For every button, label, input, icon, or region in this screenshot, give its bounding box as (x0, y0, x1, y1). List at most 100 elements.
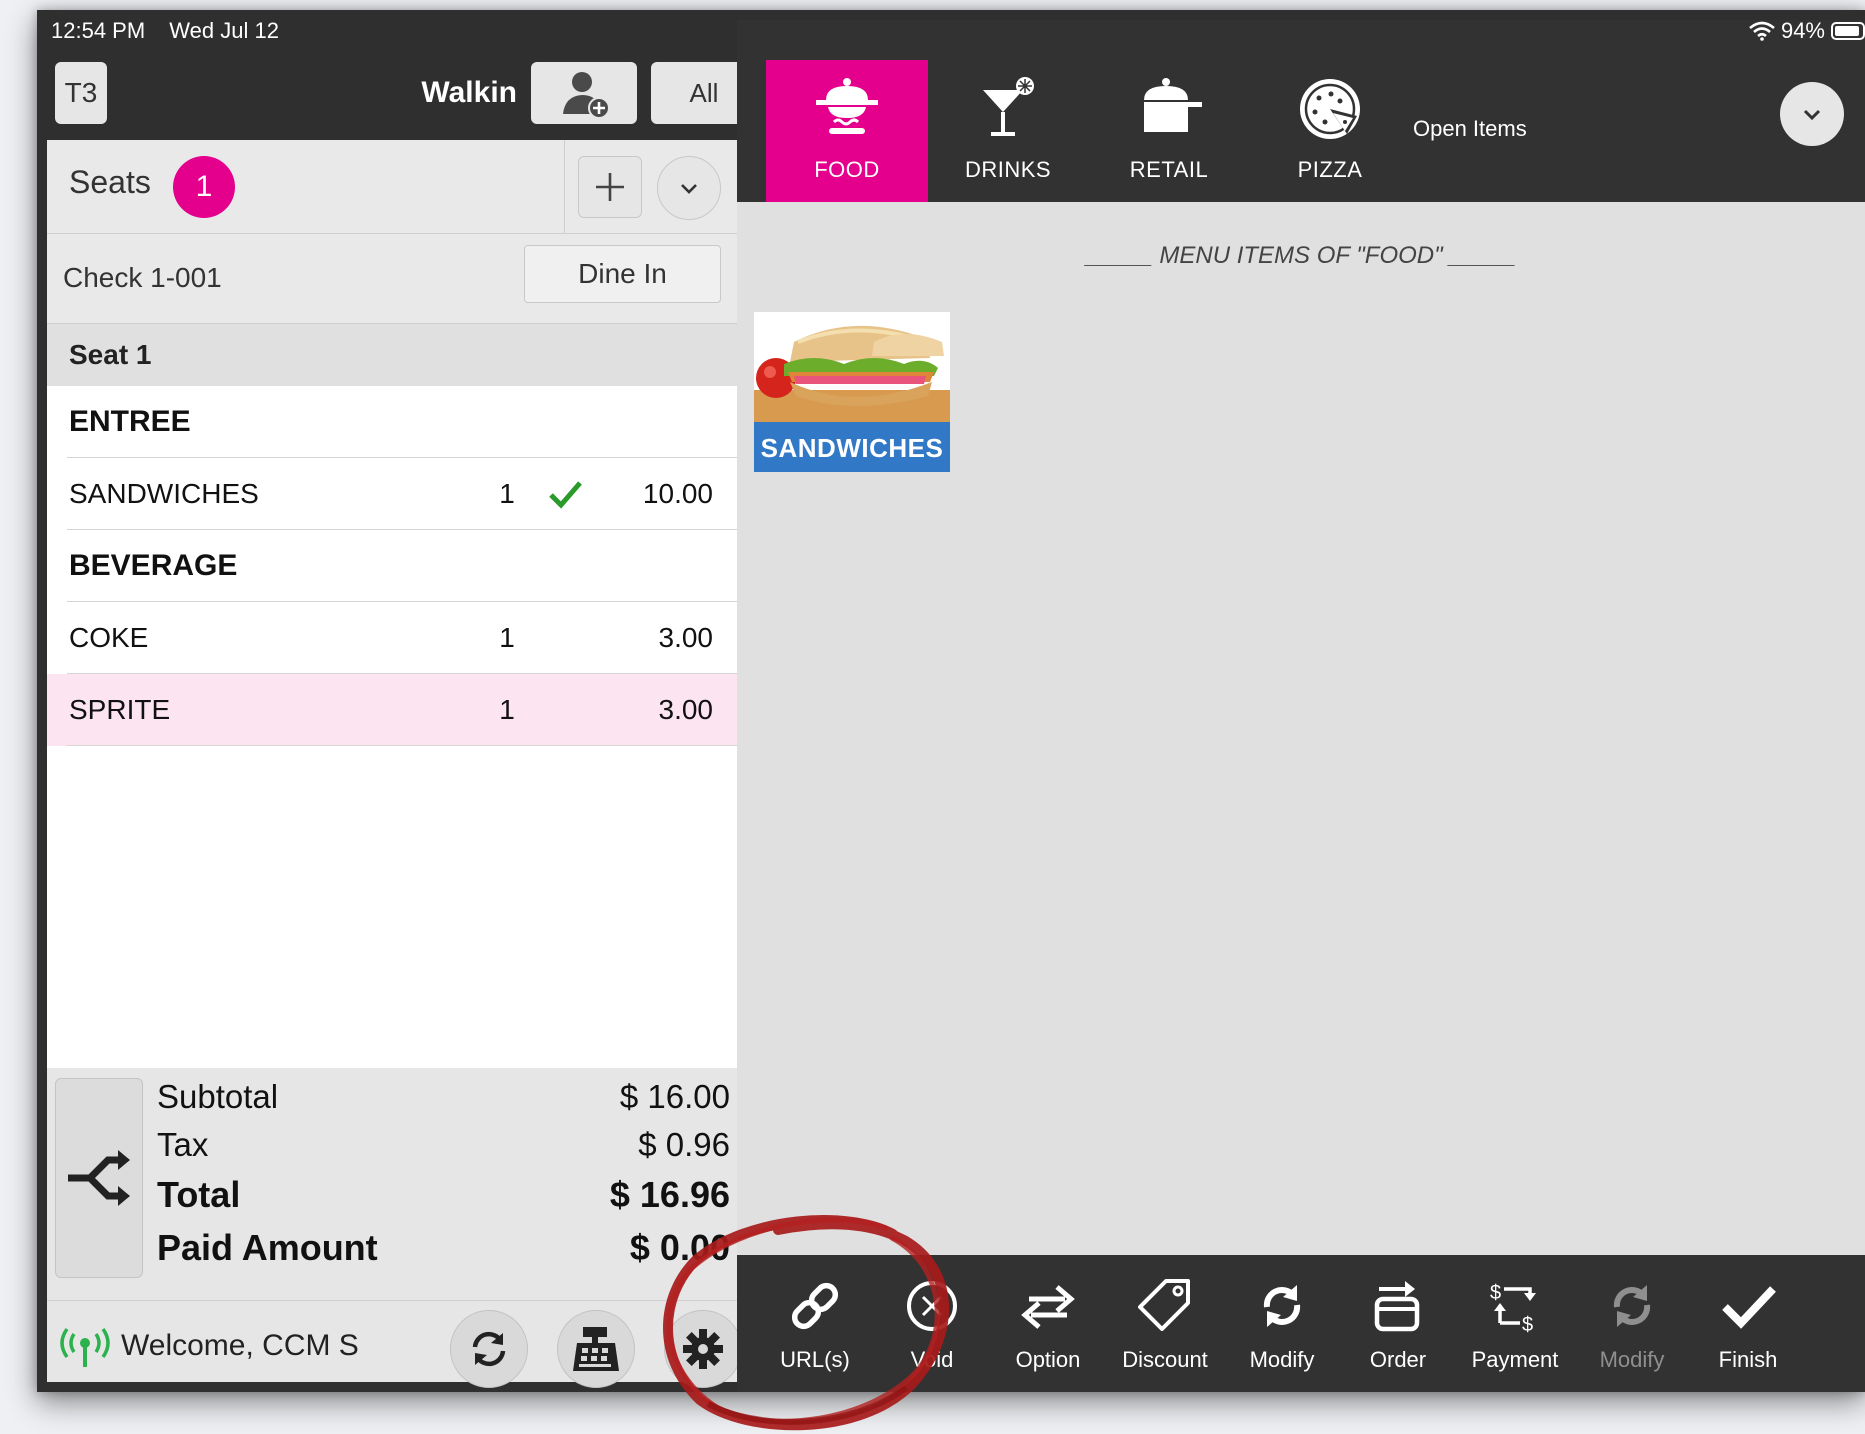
category-dropdown-button[interactable] (1780, 82, 1844, 146)
action-label: Void (910, 1347, 954, 1372)
order-line-item[interactable]: COKE 1 3.00 (47, 602, 737, 674)
order-button[interactable]: Order (1343, 1255, 1453, 1392)
order-line-item[interactable]: SANDWICHES 1 10.00 (47, 458, 737, 530)
cash-register-icon (573, 1327, 619, 1371)
payment-exchange-icon: $ $ (1490, 1282, 1536, 1335)
welcome-text: Welcome, CCM S (121, 1329, 359, 1362)
item-qty: 1 (499, 478, 515, 509)
action-label: Option (1015, 1347, 1081, 1372)
gear-icon (683, 1329, 723, 1369)
item-price: 3.00 (658, 622, 714, 653)
category-label: BEVERAGE (69, 549, 238, 582)
action-label: Discount (1122, 1347, 1208, 1372)
order-footer: Welcome, CCM S (47, 1300, 742, 1388)
category-header: ENTREE (47, 386, 737, 458)
void-x-icon (907, 1281, 957, 1331)
item-price: 10.00 (642, 478, 713, 509)
finish-button[interactable]: Finish (1693, 1255, 1803, 1392)
divider (564, 140, 565, 234)
price-tag-icon (1138, 1279, 1190, 1331)
split-arrows-icon (68, 1150, 130, 1206)
discount-button[interactable]: Discount (1110, 1255, 1220, 1392)
signal-broadcast-icon (60, 1327, 110, 1367)
seat-header[interactable]: Seat 1 (47, 324, 737, 386)
modify-button[interactable]: Modify (1227, 1255, 1337, 1392)
cocktail-icon (983, 77, 1034, 136)
category-tab-pizza[interactable]: PIZZA (1249, 60, 1411, 202)
svg-text:$: $ (1490, 1282, 1501, 1304)
option-button[interactable]: Option (993, 1255, 1103, 1392)
sync-icon (472, 1331, 506, 1367)
pos-screen: 12:54 PM Wed Jul 12 94% T3 Walkin All Se… (37, 10, 1865, 1392)
cash-register-button[interactable] (557, 1310, 635, 1388)
category-label: RETAIL (1129, 157, 1209, 182)
action-label: Modify (1599, 1347, 1665, 1372)
paid-value: $ 0.00 (629, 1227, 730, 1268)
swap-arrows-icon (1021, 1285, 1075, 1329)
category-label: ENTREE (69, 405, 191, 438)
order-icon (1374, 1281, 1420, 1332)
customer-name: Walkin (421, 76, 517, 109)
sandwich-image (754, 312, 950, 422)
void-button[interactable]: Void (877, 1255, 987, 1392)
refresh-icon (1613, 1285, 1651, 1327)
action-label: Order (1369, 1347, 1427, 1372)
link-icon (791, 1282, 839, 1330)
seats-row: Seats 1 (47, 140, 737, 234)
category-tab-retail[interactable]: RETAIL (1088, 60, 1250, 202)
order-lines: ENTREE SANDWICHES 1 10.00 BEVERAGE COKE … (47, 386, 737, 746)
category-label: FOOD (814, 157, 880, 182)
item-name: COKE (69, 622, 149, 653)
svg-text:$: $ (1522, 1314, 1533, 1335)
seats-label: Seats (69, 164, 151, 200)
category-tab-food[interactable]: FOOD (766, 60, 928, 202)
plus-icon (596, 173, 624, 201)
totals-panel: Subtotal $ 16.00 Tax $ 0.96 Total $ 16.9… (47, 1068, 737, 1300)
cooking-pot-icon (1144, 78, 1202, 132)
action-label: Modify (1249, 1347, 1315, 1372)
item-qty: 1 (499, 694, 515, 725)
urls-button[interactable]: URL(s) (760, 1255, 870, 1392)
action-label: Payment (1471, 1347, 1559, 1372)
open-items-link[interactable]: Open Items (1413, 116, 1527, 142)
add-customer-button[interactable] (531, 62, 637, 124)
split-check-button[interactable] (55, 1078, 143, 1278)
table-button[interactable]: T3 (55, 62, 107, 124)
action-label: Finish (1718, 1347, 1778, 1372)
category-label: DRINKS (964, 157, 1052, 182)
settings-button[interactable] (664, 1310, 742, 1388)
payment-button[interactable]: $ $ Payment (1460, 1255, 1570, 1392)
food-tray-icon (816, 78, 878, 134)
subtotal-label: Subtotal (157, 1078, 279, 1115)
check-number: Check 1-001 (63, 262, 222, 293)
item-name: SPRITE (69, 694, 171, 725)
item-price: 3.00 (658, 694, 714, 725)
chevron-down-icon (1803, 109, 1821, 121)
category-tab-drinks[interactable]: DRINKS (927, 60, 1089, 202)
category-header: BEVERAGE (47, 530, 737, 602)
item-name: SANDWICHES (69, 478, 259, 509)
pizza-icon (1300, 79, 1360, 139)
sent-checkmark-icon (549, 481, 582, 509)
seat-count-badge[interactable]: 1 (173, 156, 235, 218)
category-label: PIZZA (1297, 157, 1363, 182)
chevron-down-icon (681, 184, 697, 194)
check-row: Check 1-001 Dine In (47, 234, 737, 324)
seats-dropdown-button[interactable] (657, 156, 721, 220)
order-line-item-selected[interactable]: SPRITE 1 3.00 (47, 674, 737, 746)
tax-value: $ 0.96 (638, 1126, 730, 1163)
order-header: T3 Walkin All (47, 10, 757, 140)
total-value: $ 16.96 (609, 1174, 730, 1215)
subtotal-value: $ 16.00 (619, 1078, 730, 1115)
refresh-icon (1263, 1285, 1301, 1327)
action-bar: URL(s) Void Option Discount Modify Order… (737, 1255, 1865, 1392)
checkmark-icon (1722, 1286, 1776, 1329)
sync-button[interactable] (450, 1310, 528, 1388)
item-qty: 1 (499, 622, 515, 653)
modify-button-disabled[interactable]: Modify (1577, 1255, 1687, 1392)
service-type-button[interactable]: Dine In (524, 245, 721, 303)
add-seat-button[interactable] (578, 156, 642, 218)
tax-label: Tax (157, 1126, 209, 1163)
total-label: Total (157, 1174, 241, 1215)
menu-item-sandwiches[interactable]: SANDWICHES (754, 312, 950, 472)
